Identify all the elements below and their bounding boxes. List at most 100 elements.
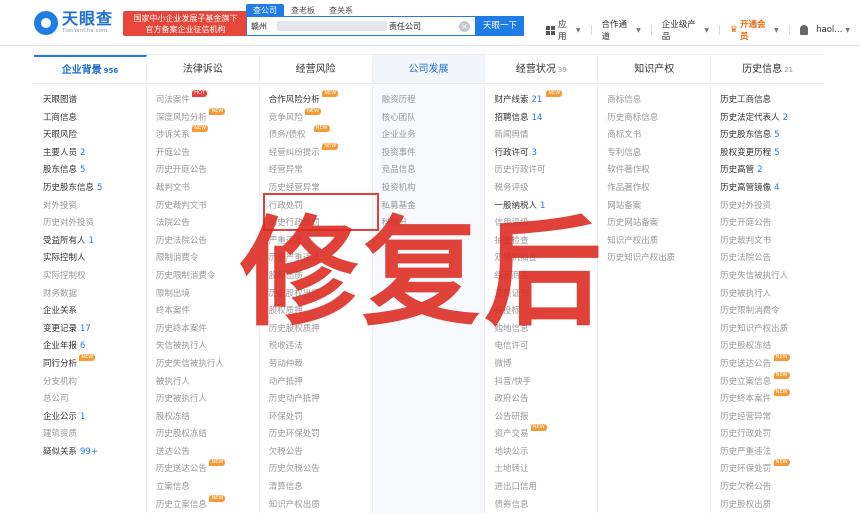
list-item[interactable]: 资质证书 — [494, 286, 597, 304]
list-item[interactable]: 作品著作权 — [607, 180, 710, 198]
nav-user[interactable]: haol... ▼ — [816, 25, 850, 35]
list-item[interactable]: 历史知识产权出质 — [607, 250, 710, 268]
tab-category-3[interactable]: 公司发展 — [372, 55, 486, 83]
list-item[interactable]: 财产线索 21 NEW — [494, 90, 597, 110]
list-item[interactable]: 债券信息 — [494, 497, 597, 513]
list-item[interactable]: 历史对外投资 — [43, 215, 146, 233]
list-item[interactable]: 历史严重违法 — [720, 444, 824, 462]
tab-category-4[interactable]: 经营状况 39 — [485, 55, 599, 83]
list-item[interactable]: 清算信息 — [269, 479, 372, 497]
list-item[interactable]: 历史环保处罚 — [269, 426, 372, 444]
list-item[interactable]: 网站备案 — [607, 198, 710, 216]
list-item[interactable]: 变更记录 17 — [43, 321, 146, 339]
list-item[interactable]: 严重违法 — [269, 233, 372, 251]
list-item[interactable]: 股权冻结 — [156, 409, 259, 427]
list-item[interactable]: 商标文书 — [607, 127, 710, 145]
list-item[interactable]: 政府公告 — [494, 391, 597, 409]
list-item[interactable]: 立案信息 — [156, 479, 259, 497]
list-item[interactable]: 深度风险分析 NEW — [156, 107, 259, 128]
list-item[interactable]: 历史股权冻结 — [720, 338, 824, 356]
list-item[interactable]: 进出口信用 — [494, 479, 597, 497]
list-item[interactable]: 软件著作权 — [607, 162, 710, 180]
list-item[interactable]: 公告研报 — [494, 409, 597, 427]
list-item[interactable]: 同行分析 NEW — [43, 353, 146, 374]
list-item[interactable]: 抖音/快手 — [494, 374, 597, 392]
search-value[interactable]: 赣州 — [251, 21, 267, 32]
list-item[interactable]: 历史高管镜像 4 — [720, 180, 824, 198]
list-item[interactable]: 裁判文书 — [156, 180, 259, 198]
list-item[interactable]: 历史终本案件 — [156, 321, 259, 339]
list-item[interactable]: 历史股权出质 — [269, 286, 372, 304]
list-item[interactable]: 历史高管 2 — [720, 162, 824, 180]
nav-apps[interactable]: 应用 ▼ — [546, 18, 581, 42]
list-item[interactable]: 信用评级 — [494, 215, 597, 233]
list-item[interactable]: 历史欠税公告 — [720, 479, 824, 497]
list-item[interactable]: 环保处罚 — [269, 409, 372, 427]
list-item[interactable]: 历史开庭公告 — [156, 162, 259, 180]
list-item[interactable]: 历史股东信息 5 — [43, 180, 146, 198]
list-item[interactable]: 债务/债权 NEW — [269, 125, 372, 145]
list-item[interactable]: 分支机构 — [43, 374, 146, 392]
tab-category-5[interactable]: 知识产权 — [598, 55, 712, 83]
clear-icon[interactable]: × — [459, 21, 470, 32]
list-item[interactable]: 土地转让 — [494, 461, 597, 479]
list-item[interactable]: 电信许可 — [494, 338, 597, 356]
list-item[interactable]: 总公司 — [43, 391, 146, 409]
list-item[interactable]: 历史股权质押 — [269, 321, 372, 339]
list-item[interactable]: 历史严重违法 — [269, 250, 372, 268]
list-item[interactable]: 对外投资 — [43, 198, 146, 216]
list-item[interactable]: 历史法院公告 — [720, 250, 824, 268]
list-item[interactable]: 司法案件 HOT — [156, 90, 259, 110]
list-item[interactable]: 微博 — [494, 356, 597, 374]
list-item[interactable]: 历史行政处罚 — [720, 426, 824, 444]
list-item[interactable]: 实际控制人 — [43, 250, 146, 268]
list-item[interactable]: 被执行人 — [156, 374, 259, 392]
list-item[interactable]: 历史经营异常 — [720, 409, 824, 427]
search-suffix[interactable]: 责任公司 — [389, 21, 421, 32]
list-item[interactable]: 受益所有人 1 — [43, 233, 146, 251]
list-item[interactable]: 历史行政许可 — [494, 162, 597, 180]
list-item[interactable]: 企业关系 — [43, 303, 146, 321]
list-item[interactable]: 知识产权出质 — [607, 233, 710, 251]
list-item[interactable]: 股权变更历程 5 — [720, 145, 824, 163]
list-item[interactable]: 历史商标信息 — [607, 110, 710, 128]
list-item[interactable]: 欠税公告 — [269, 444, 372, 462]
list-item[interactable]: 合作风险分析 NEW — [269, 90, 372, 110]
list-item[interactable]: 主要人员 2 — [43, 145, 146, 163]
list-item[interactable]: 财务数据 — [43, 286, 146, 304]
list-item[interactable]: 抽查检查 — [494, 233, 597, 251]
list-item[interactable]: 历史知识产权出质 — [720, 321, 824, 339]
list-item[interactable]: 历史股权出质 — [720, 497, 824, 513]
list-item[interactable]: 股东信息 5 — [43, 162, 146, 180]
list-item[interactable]: 历史送达公告 NEW — [156, 459, 259, 479]
list-item[interactable]: 历史开庭公告 — [720, 215, 824, 233]
list-item[interactable]: 历史对外投资 — [720, 198, 824, 216]
list-item[interactable]: 企业业务 — [382, 127, 485, 145]
list-item[interactable]: 历史终本案件 NEW — [720, 389, 824, 409]
list-item[interactable]: 双随机抽查 — [494, 250, 597, 268]
list-item[interactable]: 劳动仲裁 — [269, 356, 372, 374]
list-item[interactable]: 历史环保处罚 NEW — [720, 459, 824, 479]
tab-category-1[interactable]: 法律诉讼 — [147, 55, 260, 83]
promo-banner[interactable]: 国家中小企业发展子基金旗下 官方备案企业征信机构 — [123, 11, 248, 36]
list-item[interactable]: 专利信息 — [607, 145, 710, 163]
list-item[interactable]: 历史失信被执行人 — [156, 356, 259, 374]
list-item[interactable]: 投资机构 — [382, 180, 485, 198]
list-item[interactable]: 历史法院公告 — [156, 233, 259, 251]
list-item[interactable]: 历史法定代表人 2 — [720, 110, 824, 128]
list-item[interactable]: 经营商品 — [494, 268, 597, 286]
nav-partner[interactable]: 合作通道 ▼ — [601, 18, 640, 42]
list-item[interactable]: 历史裁判文书 — [156, 198, 259, 216]
list-item[interactable]: 历史股东信息 5 — [720, 127, 824, 145]
list-item[interactable]: 历史网站备案 — [607, 215, 710, 233]
list-item[interactable]: 招投标 — [494, 303, 597, 321]
list-item[interactable]: 资产交易 NEW — [494, 424, 597, 444]
list-item[interactable]: 地块公示 — [494, 444, 597, 462]
list-item[interactable]: 经营纠纷提示 NEW — [269, 142, 372, 163]
tab-category-0[interactable]: 企业背景 956 — [34, 55, 147, 83]
list-item[interactable]: 股权质押 — [269, 303, 372, 321]
list-item[interactable]: 历史裁判文书 — [720, 233, 824, 251]
list-item[interactable]: 失信被执行人 — [156, 338, 259, 356]
list-item[interactable]: 科创分 — [382, 215, 485, 233]
nav-enterprise[interactable]: 企业级产品 ▼ — [662, 18, 709, 42]
